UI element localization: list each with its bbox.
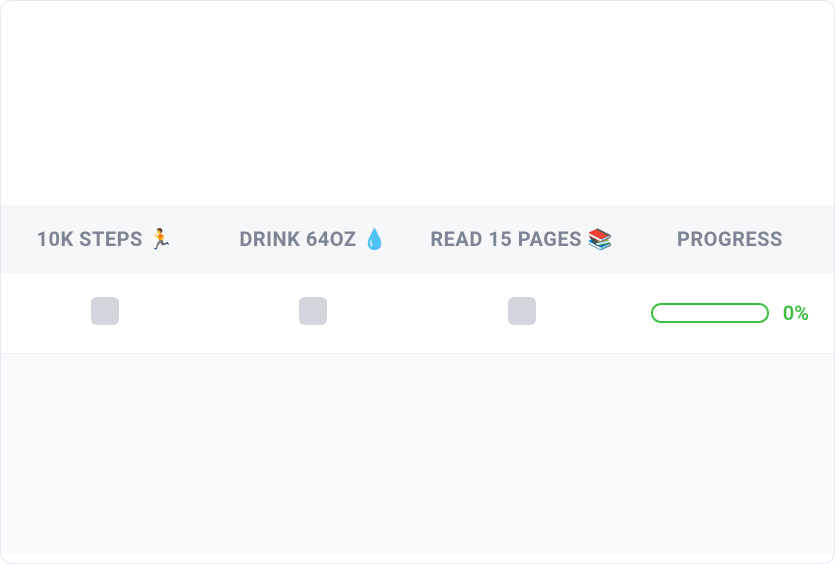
habit-tracker-card: 10K STEPS 🏃 DRINK 64OZ 💧 READ 15 PAGES 📚… — [0, 0, 835, 564]
habit-table: 10K STEPS 🏃 DRINK 64OZ 💧 READ 15 PAGES 📚… — [1, 205, 834, 554]
habit-table-header: 10K STEPS 🏃 DRINK 64OZ 💧 READ 15 PAGES 📚… — [1, 205, 834, 273]
header-progress: PROGRESS — [626, 205, 834, 273]
header-steps: 10K STEPS 🏃 — [1, 205, 209, 273]
progress-cell: 0% — [636, 301, 824, 325]
water-checkbox[interactable] — [299, 297, 327, 325]
table-row: 0% — [1, 273, 834, 354]
table-row-empty — [1, 354, 834, 554]
progress-bar — [651, 303, 769, 323]
header-water: DRINK 64OZ 💧 — [209, 205, 417, 273]
steps-checkbox[interactable] — [91, 297, 119, 325]
progress-percent: 0% — [783, 301, 809, 325]
read-checkbox[interactable] — [508, 297, 536, 325]
habit-table-wrap: 10K STEPS 🏃 DRINK 64OZ 💧 READ 15 PAGES 📚… — [1, 205, 834, 554]
header-read: READ 15 PAGES 📚 — [418, 205, 626, 273]
top-spacer — [1, 1, 834, 205]
